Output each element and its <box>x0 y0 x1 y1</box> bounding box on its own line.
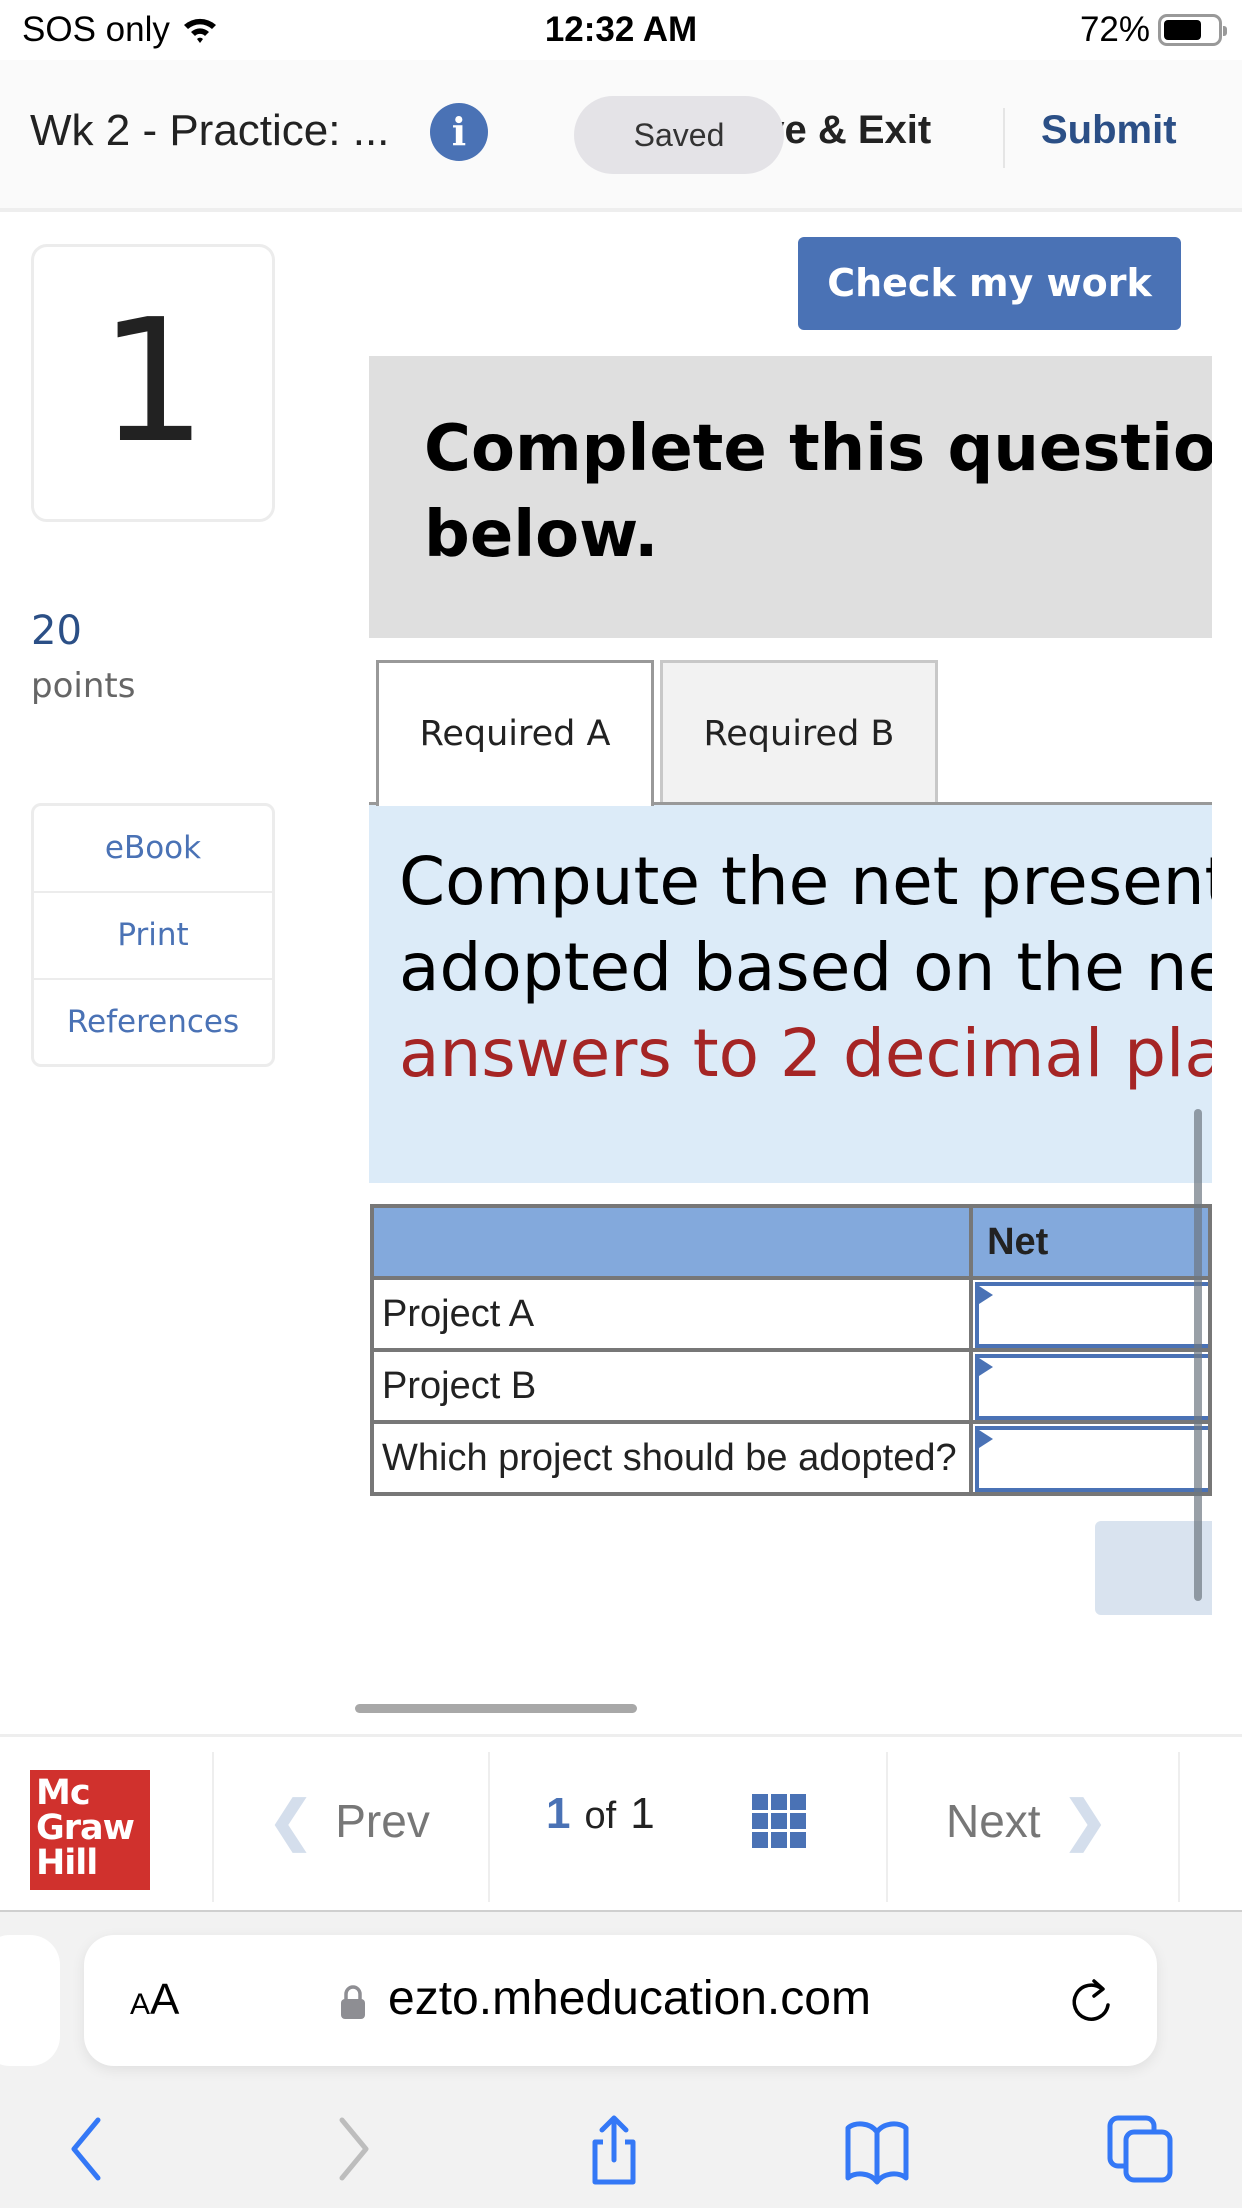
print-link[interactable]: Print <box>34 893 272 980</box>
page-indicator: 1 of 1 <box>546 1789 655 1839</box>
url-text[interactable]: ezto.mheducation.com <box>388 1971 871 2026</box>
battery-icon <box>1158 14 1227 46</box>
battery-percent: 72% <box>1079 10 1150 49</box>
reader-text-size-button[interactable]: AA <box>130 1975 179 2025</box>
back-icon[interactable] <box>50 2112 124 2186</box>
logo-line: Mc <box>36 1773 91 1813</box>
next-button[interactable]: Next ❯ <box>946 1789 1108 1852</box>
prev-button[interactable]: ❮ Prev <box>268 1789 430 1852</box>
address-bar[interactable]: AA ezto.mheducation.com <box>84 1935 1157 2066</box>
project-b-npv-input[interactable] <box>975 1354 1208 1420</box>
input-flag-icon <box>979 1286 994 1304</box>
nav-divider <box>212 1752 214 1902</box>
logo-line: Hill <box>36 1843 98 1883</box>
next-label: Next <box>946 1794 1041 1847</box>
question-instruction: answers to 2 decimal pla <box>399 1015 1212 1092</box>
lock-icon <box>341 1985 365 2019</box>
header-divider <box>1003 108 1005 168</box>
submit-button[interactable]: Submit <box>1041 108 1177 153</box>
share-icon[interactable] <box>577 2112 651 2186</box>
question-panel: Compute the net present adopted based on… <box>369 805 1212 1183</box>
which-project-cell <box>969 1420 1212 1496</box>
check-my-work-button[interactable]: Check my work <box>798 237 1181 330</box>
tab-required-b[interactable]: Required B <box>660 660 938 803</box>
tabs-icon[interactable] <box>1104 2112 1178 2186</box>
ebook-link[interactable]: eBook <box>34 806 272 893</box>
question-grid-icon[interactable] <box>752 1794 806 1848</box>
status-bar: SOS only 12:32 AM 72% <box>0 0 1242 60</box>
input-flag-icon <box>979 1358 994 1376</box>
row-label-project-b: Project B <box>369 1348 974 1424</box>
page-of: of <box>584 1795 617 1837</box>
page-current: 1 <box>546 1789 571 1838</box>
resource-links: eBook Print References <box>31 803 275 1067</box>
table-row: Which project should be adopted? <box>369 1420 1212 1496</box>
nav-divider <box>886 1752 888 1902</box>
nav-divider <box>488 1752 490 1902</box>
project-a-npv-input[interactable] <box>975 1282 1208 1348</box>
saved-badge: Saved <box>574 96 784 174</box>
mcgraw-hill-logo: Mc Graw Hill <box>30 1770 150 1890</box>
npv-header-text: Net <box>987 1220 1049 1263</box>
aa-small: A <box>130 1988 151 2021</box>
chevron-left-icon: ❮ <box>268 1791 314 1851</box>
question-number-box: 1 <box>31 244 275 522</box>
points-label: points <box>31 666 136 706</box>
prev-label: Prev <box>335 1794 430 1847</box>
instruction-title-line1: Complete this questio <box>424 412 1212 486</box>
question-text: Compute the net present adopted based on… <box>399 839 1212 1097</box>
table-header-npv: Net <box>969 1204 1212 1280</box>
logo-line: Graw <box>36 1808 135 1848</box>
table-row: Project A <box>369 1276 1212 1352</box>
forward-icon <box>339 2117 369 2181</box>
row-label-project-a: Project A <box>369 1276 974 1352</box>
input-flag-icon <box>979 1430 994 1448</box>
question-number: 1 <box>98 283 208 481</box>
status-time: 12:32 AM <box>544 10 698 49</box>
points-value: 20 <box>31 608 82 654</box>
horizontal-scrollbar[interactable] <box>355 1704 637 1713</box>
previous-tab-peek[interactable] <box>0 1935 60 2066</box>
assignment-header: Wk 2 - Practice: ... i ave & Exit Saved … <box>0 60 1242 212</box>
status-right: 72% <box>1079 10 1227 50</box>
instruction-title: Complete this questio below. <box>424 406 1212 578</box>
browser-toolbar: AA ezto.mheducation.com <box>0 1912 1242 2208</box>
table-header-row: Net <box>369 1204 1212 1280</box>
page-total: 1 <box>630 1789 655 1838</box>
table-row: Project B <box>369 1348 1212 1424</box>
question-line1: Compute the net present <box>399 843 1212 920</box>
tab-required-a[interactable]: Required A <box>376 660 654 806</box>
question-navigation: Mc Graw Hill ❮ Prev 1 of 1 Next ❯ <box>0 1734 1242 1912</box>
instruction-banner: Complete this questio below. <box>369 356 1212 638</box>
aa-large: A <box>150 1975 180 2024</box>
references-link[interactable]: References <box>34 980 272 1067</box>
which-project-select[interactable] <box>975 1426 1208 1492</box>
vertical-scrollbar[interactable] <box>1194 1109 1202 1601</box>
reload-icon[interactable] <box>1064 1975 1118 2029</box>
chevron-right-icon: ❯ <box>1062 1791 1108 1851</box>
instruction-title-line2: below. <box>424 498 659 572</box>
bookmarks-icon[interactable] <box>840 2112 914 2186</box>
assignment-title[interactable]: Wk 2 - Practice: ... <box>30 106 389 156</box>
table-header-label <box>369 1204 974 1280</box>
question-line2: adopted based on the ne <box>399 929 1212 1006</box>
row-label-which-project: Which project should be adopted? <box>369 1420 974 1496</box>
question-content: Complete this questio below. Required A … <box>369 356 1212 1626</box>
info-icon[interactable]: i <box>430 103 488 161</box>
nav-divider <box>1178 1752 1180 1902</box>
npv-table: Net Project A Project B Which project sh… <box>369 1204 1212 1496</box>
project-b-npv-cell <box>969 1348 1212 1424</box>
project-a-npv-cell <box>969 1276 1212 1352</box>
